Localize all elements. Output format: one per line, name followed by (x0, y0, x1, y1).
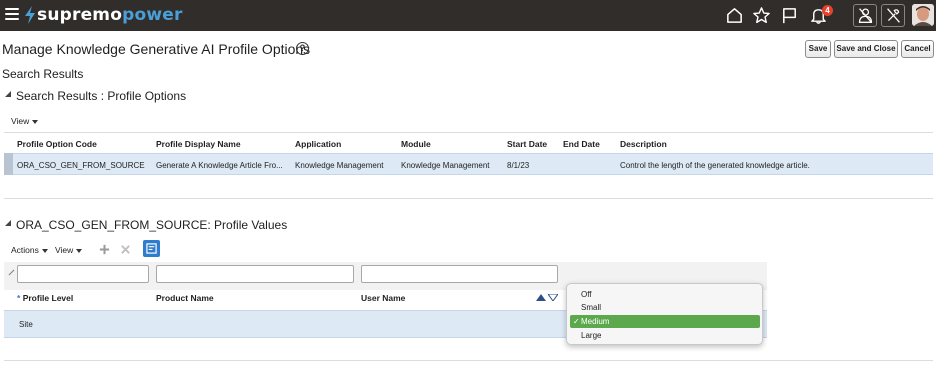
view-menu-label: View (11, 116, 30, 126)
chevron-down-icon (76, 248, 83, 253)
page-title: Manage Knowledge Generative AI Profile O… (2, 41, 311, 57)
cell-start-date: 8/1/23 (507, 161, 530, 170)
add-icon[interactable] (99, 244, 110, 255)
filter-icon (146, 243, 157, 254)
col-module[interactable]: Module (401, 139, 431, 149)
section-divider (4, 360, 933, 361)
option-medium-label: Medium (581, 317, 610, 326)
actions-menu[interactable]: Actions (11, 245, 48, 255)
checkmark-icon: ✓ (573, 317, 580, 326)
delete-icon[interactable] (120, 244, 131, 255)
section-profile-options-title: Search Results : Profile Options (16, 89, 187, 103)
col-profile-level[interactable]: * Profile Level (17, 293, 73, 303)
avatar-image (912, 4, 934, 26)
top-bar: supremopower 4 (0, 0, 936, 31)
tools-button[interactable] (881, 4, 905, 27)
brand-logo[interactable]: supremopower (37, 5, 183, 25)
col-profile-display-name[interactable]: Profile Display Name (156, 139, 241, 149)
menu-icon[interactable] (5, 8, 19, 22)
cell-code: ORA_CSO_GEN_FROM_SOURCE (17, 161, 145, 170)
collapse-triangle-icon[interactable] (5, 220, 11, 226)
pencil-icon (8, 269, 15, 276)
star-icon[interactable] (752, 6, 771, 25)
cancel-button[interactable]: Cancel (901, 40, 934, 58)
notification-badge: 4 (822, 5, 833, 16)
col-end-date[interactable]: End Date (563, 139, 600, 149)
help-icon[interactable]: ? (296, 42, 309, 55)
search-results-heading: Search Results (2, 67, 84, 81)
chevron-down-icon (32, 119, 39, 124)
col-product-name[interactable]: Product Name (156, 293, 214, 303)
cell-display-name: Generate A Knowledge Article Fro... (156, 161, 283, 170)
col-start-date[interactable]: Start Date (507, 139, 547, 149)
view-menu[interactable]: View (11, 116, 39, 126)
tools-icon (887, 8, 900, 23)
save-and-close-button[interactable]: Save and Close (834, 40, 898, 58)
col-profile-option-code[interactable]: Profile Option Code (17, 139, 97, 149)
cell-profile-level: Site (19, 320, 33, 329)
save-button[interactable]: Save (805, 40, 831, 58)
section-divider (4, 198, 933, 199)
cell-module: Knowledge Management (401, 161, 490, 170)
user-block-icon (858, 8, 873, 23)
view-menu[interactable]: View (55, 245, 83, 255)
option-large[interactable]: Large (567, 329, 764, 342)
view-menu-label: View (55, 245, 74, 255)
avatar[interactable] (912, 4, 934, 26)
cell-application: Knowledge Management (295, 161, 384, 170)
option-small[interactable]: Small (567, 301, 764, 314)
query-by-example-button[interactable] (143, 240, 160, 257)
user-block-button[interactable] (853, 4, 877, 27)
table-divider (4, 132, 933, 133)
chevron-down-icon (41, 248, 48, 253)
brand-part2: power (122, 5, 183, 25)
col-description[interactable]: Description (620, 139, 667, 149)
bolt-icon (25, 6, 35, 24)
cell-description: Control the length of the generated know… (620, 161, 810, 170)
collapse-triangle-icon[interactable] (5, 91, 11, 97)
col-user-name[interactable]: User Name (361, 293, 405, 303)
row-selector[interactable] (4, 153, 13, 175)
actions-menu-label: Actions (11, 245, 39, 255)
filter-profile-level-input[interactable] (17, 265, 149, 283)
flag-icon[interactable] (780, 6, 799, 25)
required-mark: * (17, 293, 21, 303)
sort-ascending-icon[interactable] (536, 294, 546, 301)
col-profile-level-label: Profile Level (22, 293, 74, 303)
sort-descending-icon[interactable] (548, 294, 558, 301)
col-application[interactable]: Application (295, 139, 341, 149)
option-off[interactable]: Off (567, 288, 764, 301)
filter-product-name-input[interactable] (156, 265, 354, 283)
brand-part1: supremo (37, 5, 123, 25)
section-profile-values-title: ORA_CSO_GEN_FROM_SOURCE: Profile Values (16, 218, 288, 232)
home-icon[interactable] (725, 6, 744, 25)
profile-value-dropdown: Off Small ✓ Medium Large (566, 283, 763, 345)
filter-user-name-input[interactable] (361, 265, 558, 283)
option-medium[interactable]: ✓ Medium (570, 315, 760, 328)
